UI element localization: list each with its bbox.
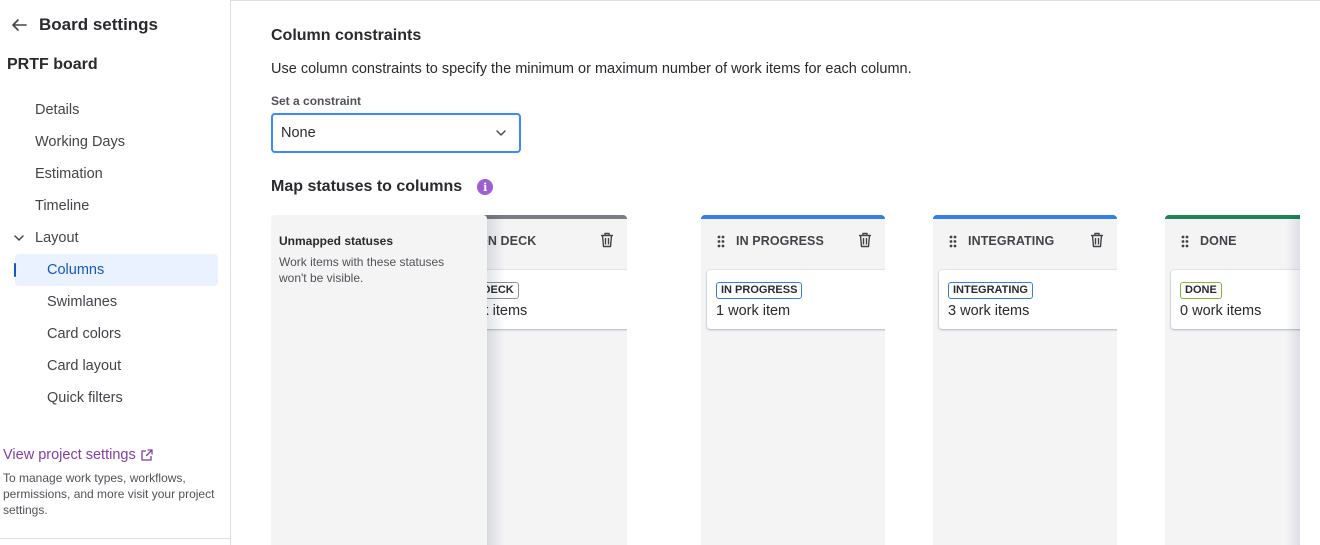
- sidebar-title: Board settings: [39, 15, 159, 34]
- drag-handle-icon[interactable]: [947, 234, 959, 248]
- project-settings-description: To manage work types, workflows, permiss…: [3, 471, 215, 517]
- nav-group-layout[interactable]: Layout: [0, 222, 231, 254]
- nav-item-label: Estimation: [35, 166, 103, 182]
- unmapped-title: Unmapped statuses: [279, 234, 394, 248]
- status-card[interactable]: DONE 0 work items: [1171, 270, 1300, 329]
- nav-item-label: Quick filters: [47, 390, 123, 406]
- work-item-count: 0 work items: [1180, 303, 1262, 319]
- project-link-label: View project settings: [3, 447, 136, 463]
- nav-item-swimlanes[interactable]: Swimlanes: [0, 286, 231, 318]
- nav-item-estimation[interactable]: Estimation: [0, 158, 231, 190]
- view-project-settings-link[interactable]: View project settings: [3, 447, 154, 463]
- status-card[interactable]: IN PROGRESS 1 work item: [707, 270, 885, 329]
- nav-item-label: Details: [35, 102, 80, 118]
- nav-item-label: Card layout: [47, 358, 122, 374]
- board-name: PRTF board: [7, 56, 98, 73]
- nav-item-working-days[interactable]: Working Days: [0, 126, 231, 158]
- info-icon[interactable]: i: [477, 179, 494, 195]
- status-lozenge: DONE: [1180, 282, 1222, 299]
- board-column-integrating: INTEGRATING INTEGRATING 3 work items: [933, 215, 1117, 545]
- sidebar: Board settings PRTF board Details Workin…: [0, 0, 231, 545]
- column-top-bar: [1165, 215, 1300, 219]
- status-lozenge: IN PROGRESS: [716, 282, 803, 299]
- nav-item-columns[interactable]: Columns: [0, 254, 231, 286]
- board-column-done: DONE DONE 0 work items: [1165, 215, 1300, 545]
- back-button[interactable]: [8, 14, 30, 36]
- column-board: ON DECK ON DECK work items Unmapped stat…: [271, 215, 1300, 545]
- map-statuses-heading: Map statuses to columns i: [271, 178, 494, 196]
- column-header: DONE: [1165, 231, 1300, 251]
- status-card[interactable]: INTEGRATING 3 work items: [939, 270, 1117, 329]
- chevron-down-icon: [496, 130, 506, 136]
- main-content: Column constraints Use column constraint…: [231, 0, 1320, 545]
- drag-handle-icon[interactable]: [715, 234, 727, 248]
- nav-item-label: Card colors: [47, 326, 122, 342]
- column-header: INTEGRATING: [933, 231, 1117, 251]
- column-constraints-heading: Column constraints: [271, 27, 422, 44]
- nav-item-quick-filters[interactable]: Quick filters: [0, 382, 231, 414]
- work-item-count: 1 work item: [716, 303, 791, 319]
- nav-item-card-layout[interactable]: Card layout: [0, 350, 231, 382]
- nav-item-label: Swimlanes: [47, 294, 118, 310]
- unmapped-description: Work items with these statuses won't be …: [279, 255, 445, 285]
- unmapped-statuses-column: Unmapped statuses Work items with these …: [271, 215, 487, 545]
- delete-column-icon[interactable]: [857, 231, 873, 249]
- column-name: INTEGRATING: [968, 234, 1055, 248]
- column-name: DONE: [1200, 234, 1237, 248]
- constraint-select[interactable]: None: [271, 113, 521, 153]
- status-lozenge: INTEGRATING: [948, 282, 1033, 299]
- nav-item-card-colors[interactable]: Card colors: [0, 318, 231, 350]
- sidebar-divider: [0, 538, 230, 539]
- delete-column-icon[interactable]: [599, 231, 615, 249]
- column-name: IN PROGRESS: [736, 234, 824, 248]
- column-header: IN PROGRESS: [701, 231, 885, 251]
- app-root: Board settings PRTF board Details Workin…: [0, 0, 1320, 545]
- nav-item-label: Timeline: [35, 198, 90, 214]
- arrow-left-icon: [12, 19, 27, 31]
- chevron-down-icon: [12, 231, 26, 245]
- external-link-icon: [141, 449, 153, 461]
- column-top-bar: [933, 215, 1117, 219]
- nav-group-label: Layout: [35, 230, 79, 246]
- board-column-in-progress: IN PROGRESS IN PROGRESS 1 work item: [701, 215, 885, 545]
- nav-item-timeline[interactable]: Timeline: [0, 190, 231, 222]
- delete-column-icon[interactable]: [1089, 231, 1105, 249]
- map-statuses-title: Map statuses to columns: [271, 178, 463, 195]
- work-item-count: 3 work items: [948, 303, 1030, 319]
- column-constraints-description: Use column constraints to specify the mi…: [271, 61, 912, 77]
- nav-item-details[interactable]: Details: [0, 94, 231, 126]
- sidebar-header: Board settings: [8, 12, 158, 38]
- nav-item-label: Columns: [47, 262, 105, 278]
- settings-nav: Details Working Days Estimation Timeline…: [0, 94, 231, 414]
- column-top-bar: [701, 215, 885, 219]
- drag-handle-icon[interactable]: [1179, 234, 1191, 248]
- nav-item-label: Working Days: [35, 134, 125, 150]
- constraint-label: Set a constraint: [271, 94, 362, 108]
- constraint-select-value: None: [281, 125, 316, 141]
